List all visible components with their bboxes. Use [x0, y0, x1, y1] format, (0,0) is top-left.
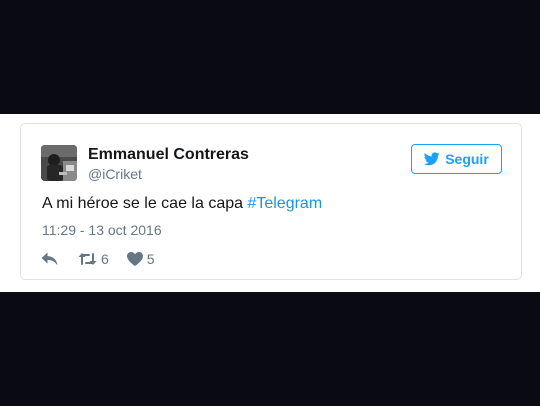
- tweet-actions: 6 5: [41, 250, 155, 268]
- tweet-text-body: A mi héroe se le cae la capa: [42, 195, 248, 212]
- like-count: 5: [146, 251, 155, 267]
- hashtag-link[interactable]: #Telegram: [247, 195, 322, 212]
- twitter-bird-icon: [424, 152, 440, 166]
- like-button[interactable]: 5: [126, 251, 155, 267]
- page: Emmanuel Contreras @iCriket Seguir A mi …: [0, 0, 540, 406]
- user-handle[interactable]: @iCriket: [88, 166, 142, 182]
- avatar-photo: [41, 145, 77, 181]
- tweet-card: Emmanuel Contreras @iCriket Seguir A mi …: [20, 123, 522, 280]
- retweet-count: 6: [101, 251, 109, 267]
- display-name[interactable]: Emmanuel Contreras: [88, 146, 249, 164]
- follow-button[interactable]: Seguir: [411, 144, 502, 174]
- reply-icon: [41, 252, 58, 266]
- follow-label: Seguir: [445, 151, 489, 167]
- heart-icon: [126, 252, 143, 266]
- tweet-text: A mi héroe se le cae la capa #Telegram: [42, 195, 322, 213]
- reply-button[interactable]: [41, 252, 58, 266]
- retweet-button[interactable]: 6: [78, 251, 109, 267]
- retweet-icon: [78, 253, 97, 265]
- avatar[interactable]: [41, 145, 77, 181]
- tweet-timestamp[interactable]: 11:29 - 13 oct 2016: [42, 222, 162, 238]
